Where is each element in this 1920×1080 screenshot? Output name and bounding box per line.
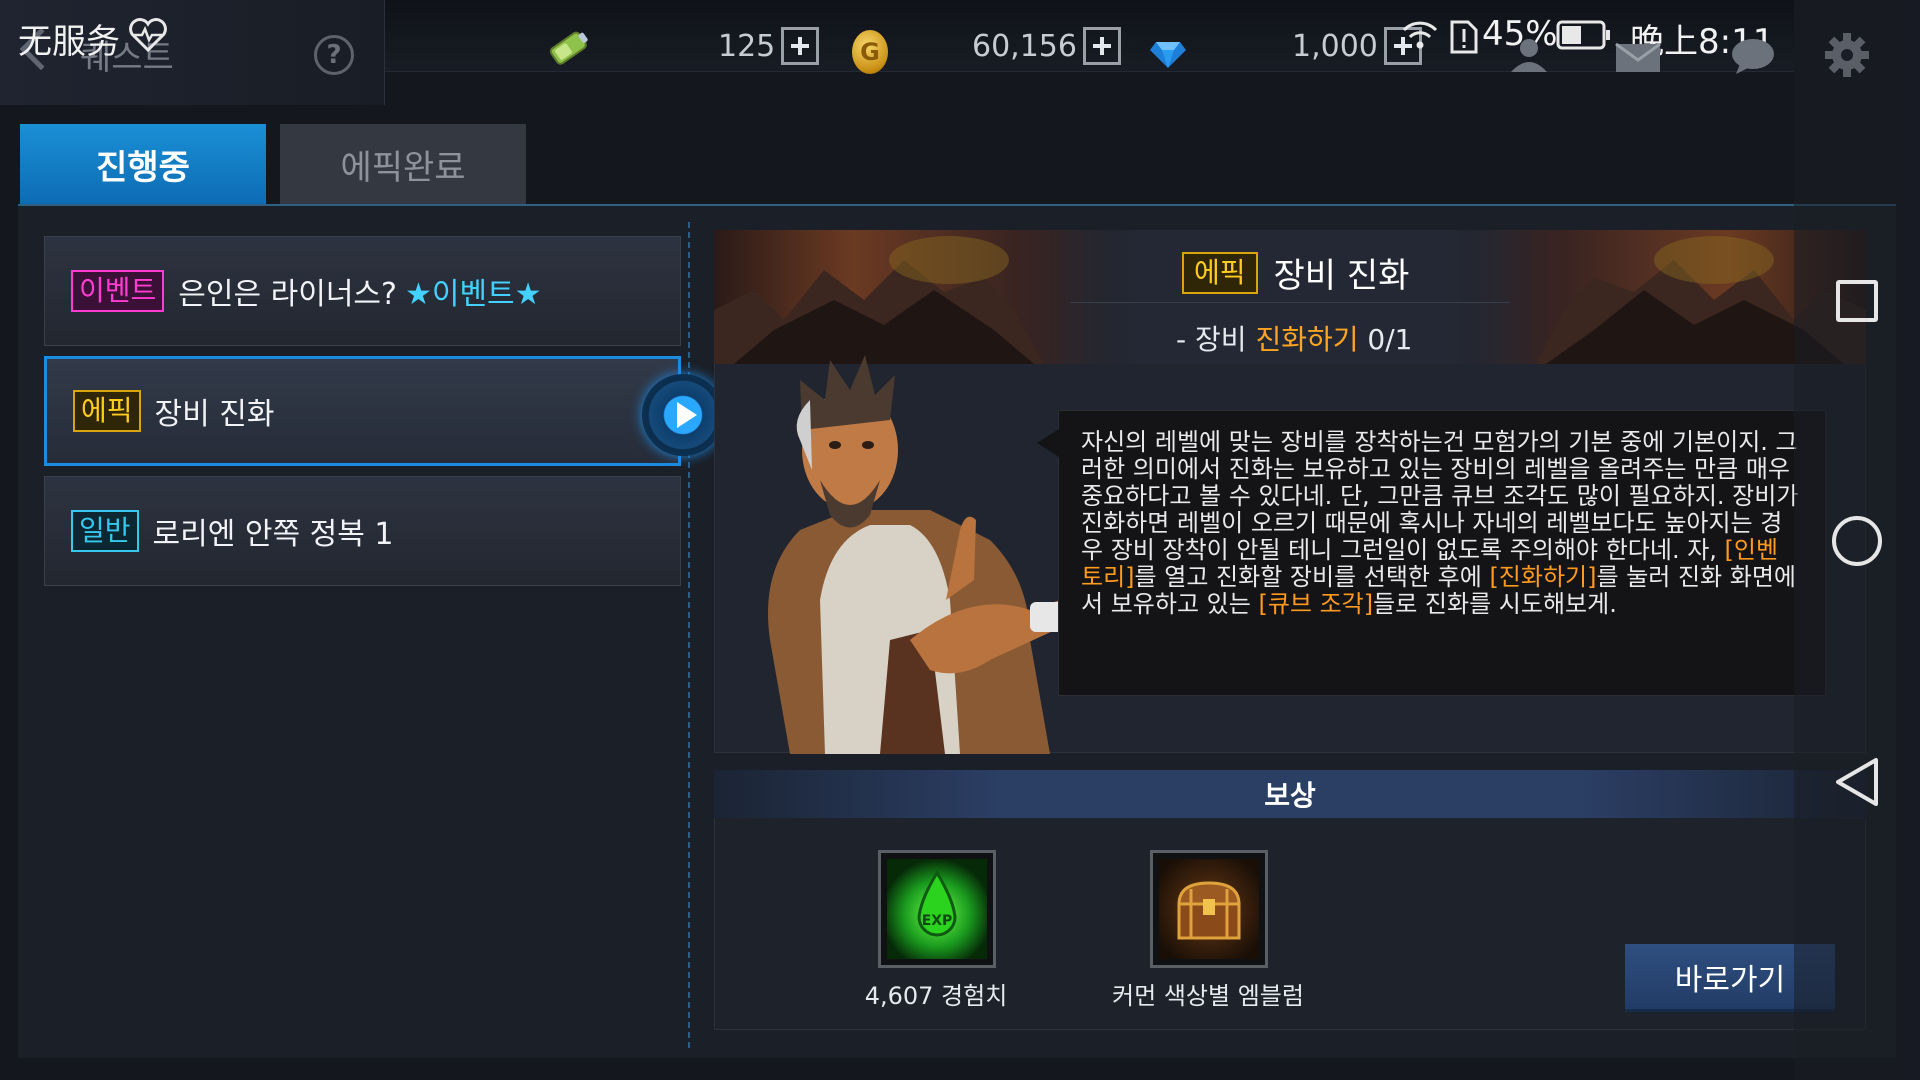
- exp-drop-icon: EXP: [887, 859, 987, 959]
- back-triangle-icon[interactable]: [1834, 756, 1882, 808]
- play-icon[interactable]: [642, 374, 724, 456]
- chat-icon[interactable]: [1730, 36, 1776, 76]
- home-icon[interactable]: [1832, 516, 1882, 566]
- treasure-chest-icon: [1159, 859, 1259, 959]
- reward-label-exp: 4,607 경험치: [864, 982, 1008, 1010]
- epic-badge: 에픽: [73, 390, 141, 432]
- stamina-counter: 125: [718, 24, 820, 68]
- heart-rate-icon: [129, 18, 167, 52]
- header-divider: [1070, 302, 1510, 303]
- wifi-icon: [1402, 21, 1438, 49]
- tab-in-progress[interactable]: 진행중: [20, 124, 266, 204]
- objective-prefix: - 장비: [1176, 323, 1256, 356]
- battery-icon: [1556, 20, 1610, 50]
- detail-header: 에픽 장비 진화: [1182, 248, 1409, 297]
- quest-item-event[interactable]: 이벤트 은인은 라이너스? ★이벤트★: [44, 236, 681, 346]
- reward-slot-exp[interactable]: EXP: [878, 850, 996, 968]
- quest-title: 은인은 라이너스?: [178, 277, 397, 312]
- carrier-status: 无服务: [18, 22, 120, 62]
- stamina-battery-icon: [549, 31, 588, 65]
- add-stamina-button[interactable]: [781, 27, 820, 65]
- npc-dialogue-box: 자신의 레벨에 맞는 장비를 장착하는건 모험가의 기본 중에 기본이지. 그러…: [1037, 410, 1826, 696]
- gold-counter: 60,156: [972, 24, 1121, 68]
- event-badge: 이벤트: [71, 270, 165, 312]
- reward-header: 보상: [714, 770, 1866, 818]
- diamond-icon: [1150, 42, 1186, 68]
- normal-badge: 일반: [71, 510, 139, 552]
- dialogue-highlight-evolve: [진화하기]: [1489, 563, 1597, 591]
- gem-value: 1,000: [1292, 28, 1378, 64]
- help-icon[interactable]: ?: [314, 35, 354, 75]
- add-gold-button[interactable]: [1082, 27, 1121, 65]
- tab-epic-completed[interactable]: 에픽완료: [280, 124, 526, 204]
- gold-coin-icon: G: [852, 30, 888, 74]
- npc-portrait-image: [768, 355, 1067, 754]
- list-divider: [688, 222, 690, 1048]
- reward-slot-emblem[interactable]: [1150, 850, 1268, 968]
- quest-title: 장비 진화: [154, 397, 275, 432]
- objective-progress: 0/1: [1367, 323, 1413, 356]
- friends-icon[interactable]: [1506, 36, 1552, 74]
- svg-text:EXP: EXP: [922, 913, 953, 929]
- detail-title: 장비 진화: [1273, 256, 1410, 296]
- quest-title: 로리엔 안쪽 정복 1: [152, 517, 394, 552]
- objective-highlight: 진화하기: [1255, 323, 1359, 356]
- reward-label-emblem: 커먼 색상별 엠블럼: [1112, 982, 1304, 1010]
- gold-value: 60,156: [972, 28, 1077, 64]
- mail-icon[interactable]: [1614, 40, 1662, 74]
- stamina-value: 125: [718, 28, 776, 64]
- quest-event-highlight: ★이벤트★: [404, 277, 542, 312]
- quest-objective: - 장비 진화하기 0/1: [1176, 318, 1412, 358]
- epic-badge: 에픽: [1182, 251, 1258, 294]
- recent-apps-icon[interactable]: [1836, 280, 1878, 322]
- dialogue-highlight-cube: [큐브 조각]: [1258, 590, 1374, 618]
- quest-item-normal[interactable]: 일반 로리엔 안쪽 정복 1: [44, 476, 681, 586]
- dialogue-text: 를 열고 진화할 장비를 선택한 후에: [1134, 563, 1490, 591]
- sim-alert-icon: [1450, 20, 1478, 54]
- quest-item-epic[interactable]: 에픽 장비 진화: [44, 356, 681, 466]
- dialogue-text: 자신의 레벨에 맞는 장비를 장착하는건 모험가의 기본 중에 기본이지. 그러…: [1081, 428, 1799, 564]
- dialogue-text: 들로 진화를 시도해보게.: [1373, 590, 1617, 618]
